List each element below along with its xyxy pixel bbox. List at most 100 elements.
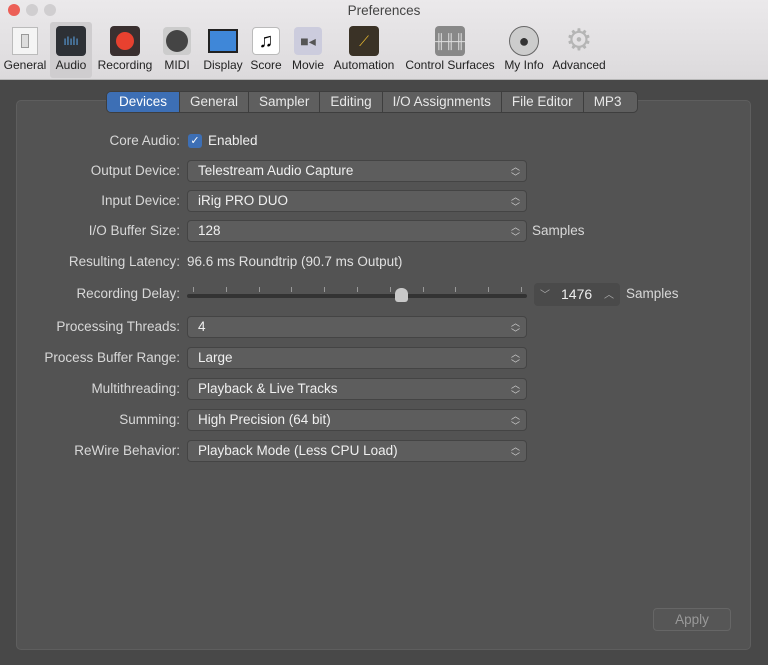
multithreading-value: Playback & Live Tracks (198, 381, 338, 396)
tab-file-editor[interactable]: File Editor (502, 92, 584, 112)
slider-thumb[interactable] (395, 288, 409, 302)
input-device-value: iRig PRO DUO (198, 193, 289, 208)
toolbar-item-score[interactable]: ♫ Score (248, 22, 284, 78)
core-audio-checkbox[interactable]: ✓ (188, 134, 202, 148)
process-buffer-range-select[interactable]: Large ︿ ﹀ (187, 347, 527, 369)
slider-tick (422, 287, 424, 292)
recording-delay-unit: Samples (626, 286, 679, 301)
apply-button[interactable]: Apply (653, 608, 731, 631)
updown-icon: ︿ ﹀ (510, 162, 520, 182)
tab-sampler[interactable]: Sampler (249, 92, 321, 112)
slider-tick (291, 287, 293, 292)
toolbar-item-label: Movie (291, 58, 324, 72)
recording-delay-label: Recording Delay: (76, 286, 180, 301)
toolbar-item-display[interactable]: Display (200, 22, 246, 78)
processing-threads-select[interactable]: 4 ︿ ﹀ (187, 316, 527, 338)
tab-mp3[interactable]: MP3 (584, 92, 638, 112)
updown-icon: ︿ ﹀ (510, 411, 520, 431)
output-device-select[interactable]: Telestream Audio Capture ︿ ﹀ (187, 160, 527, 182)
music-note-icon: ♫ (251, 26, 281, 56)
gear-icon: ⚙ (565, 24, 593, 57)
slider-tick (455, 287, 457, 292)
slider-track (187, 294, 527, 298)
processing-threads-label: Processing Threads: (56, 319, 180, 334)
core-audio-checkbox-label[interactable]: Enabled (208, 133, 258, 148)
toolbar-item-label: Control Surfaces (405, 58, 495, 72)
summing-label: Summing: (119, 412, 180, 427)
tab-general[interactable]: General (180, 92, 250, 112)
updown-icon: ︿ ﹀ (510, 380, 520, 400)
recording-delay-value[interactable]: 1476 (561, 286, 592, 302)
toolbar-item-label: My Info (504, 58, 544, 72)
slider-tick (225, 287, 227, 292)
updown-icon: ︿ ﹀ (510, 442, 520, 462)
latency-value: 96.6 ms Roundtrip (90.7 ms Output) (187, 254, 403, 269)
toolbar-item-label: Audio (55, 58, 87, 72)
toolbar-item-label: Recording (97, 58, 153, 72)
user-icon: ● (509, 26, 539, 56)
tab-devices[interactable]: Devices (107, 92, 181, 112)
buffer-size-select[interactable]: 128 ︿ ﹀ (187, 220, 527, 242)
toolbar-item-midi[interactable]: MIDI (158, 22, 196, 78)
automation-icon: ⟋ (349, 26, 379, 56)
toolbar-item-automation[interactable]: ⟋ Automation (330, 22, 398, 78)
decrement-icon[interactable]: ﹀ (540, 286, 550, 301)
monitor-icon (208, 26, 238, 56)
record-icon (110, 26, 140, 56)
rewire-label: ReWire Behavior: (74, 443, 180, 458)
midi-port-icon (162, 26, 192, 56)
output-device-label: Output Device: (90, 163, 180, 178)
tab-bar: Devices General Sampler Editing I/O Assignme… (106, 91, 639, 113)
buffer-size-value: 128 (198, 223, 221, 238)
toolbar-item-movie[interactable]: ■◂ Movie (289, 22, 327, 78)
slider-tick (389, 287, 391, 292)
toolbar-item-general[interactable]: General (2, 22, 48, 78)
toolbar-item-label: Score (250, 58, 282, 72)
faders-icon: ╫╫╫ (435, 26, 465, 56)
toolbar-item-advanced[interactable]: ⚙ Advanced (550, 22, 608, 78)
summing-select[interactable]: High Precision (64 bit) ︿ ﹀ (187, 409, 527, 431)
updown-icon: ︿ ﹀ (510, 318, 520, 338)
updown-icon: ︿ ﹀ (510, 349, 520, 369)
window-title: Preferences (347, 3, 421, 18)
increment-icon[interactable]: ︿ (604, 286, 614, 301)
toolbar-item-my-info[interactable]: ● My Info (500, 22, 548, 78)
tab-editing[interactable]: Editing (320, 92, 383, 112)
toolbar-item-audio[interactable]: ılılı Audio (50, 22, 92, 78)
input-device-label: Input Device: (101, 193, 180, 208)
buffer-size-label: I/O Buffer Size: (88, 223, 180, 238)
toolbar-item-label: Automation (333, 58, 395, 72)
updown-icon: ︿ ﹀ (510, 192, 520, 212)
recording-delay-slider[interactable] (187, 286, 527, 304)
processing-threads-value: 4 (198, 319, 206, 334)
buffer-size-unit: Samples (532, 223, 585, 238)
latency-label: Resulting Latency: (68, 254, 180, 269)
core-audio-label: Core Audio: (109, 133, 180, 148)
input-device-select[interactable]: iRig PRO DUO ︿ ﹀ (187, 190, 527, 212)
toolbar-item-label: Advanced (552, 58, 606, 72)
toolbar-item-label: MIDI (164, 58, 190, 72)
slider-tick (324, 287, 326, 292)
toolbar-item-recording[interactable]: Recording (94, 22, 156, 78)
multithreading-label: Multithreading: (91, 381, 180, 396)
slider-tick (521, 287, 522, 292)
slider-tick (193, 287, 194, 292)
recording-delay-stepper[interactable]: ﹀ 1476 ︿ (534, 283, 620, 306)
multithreading-select[interactable]: Playback & Live Tracks ︿ ﹀ (187, 378, 527, 400)
process-buffer-range-value: Large (198, 350, 233, 365)
slider-tick (357, 287, 358, 292)
toolbar-item-label: Display (203, 58, 243, 72)
updown-icon: ︿ ﹀ (510, 222, 520, 242)
toolbar-item-label: General (3, 58, 47, 72)
devices-panel (16, 100, 751, 650)
waveform-icon: ılılı (56, 26, 86, 56)
summing-value: High Precision (64 bit) (198, 412, 331, 427)
slider-tick (488, 287, 490, 292)
rewire-select[interactable]: Playback Mode (Less CPU Load) ︿ ﹀ (187, 440, 527, 462)
switch-icon (10, 26, 40, 56)
process-buffer-range-label: Process Buffer Range: (44, 350, 180, 365)
slider-tick (258, 287, 260, 292)
rewire-value: Playback Mode (Less CPU Load) (198, 443, 398, 458)
tab-i-o-assignments[interactable]: I/O Assignments (383, 92, 502, 112)
toolbar-item-control-surfaces[interactable]: ╫╫╫ Control Surfaces (402, 22, 498, 78)
